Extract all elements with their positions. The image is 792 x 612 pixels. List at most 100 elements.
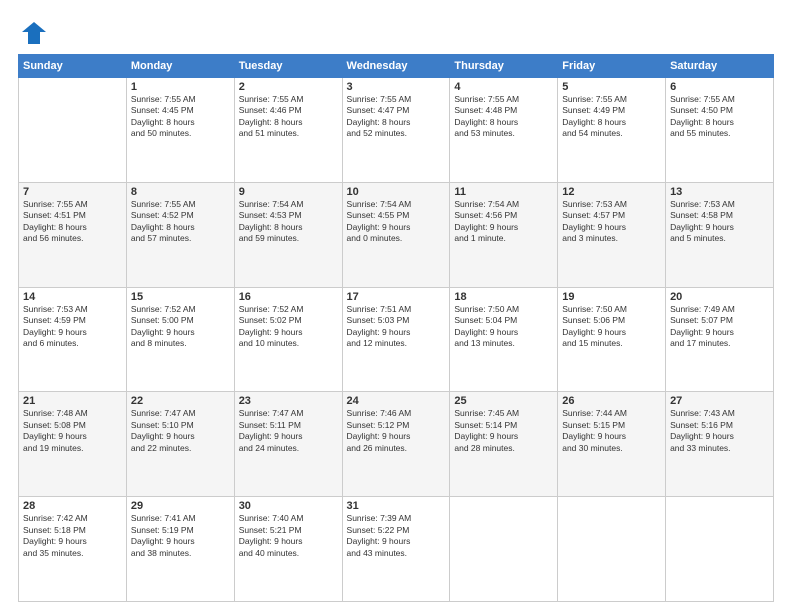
day-number: 17 xyxy=(347,291,446,303)
week-row-1: 7Sunrise: 7:55 AMSunset: 4:51 PMDaylight… xyxy=(19,182,774,287)
day-content: Sunrise: 7:48 AMSunset: 5:08 PMDaylight:… xyxy=(23,408,122,454)
day-content: Sunrise: 7:54 AMSunset: 4:55 PMDaylight:… xyxy=(347,199,446,245)
day-number: 3 xyxy=(347,81,446,93)
day-number: 18 xyxy=(454,291,553,303)
weekday-header-row: SundayMondayTuesdayWednesdayThursdayFrid… xyxy=(19,55,774,78)
calendar-cell: 5Sunrise: 7:55 AMSunset: 4:49 PMDaylight… xyxy=(558,78,666,183)
day-content: Sunrise: 7:52 AMSunset: 5:02 PMDaylight:… xyxy=(239,304,338,350)
day-content: Sunrise: 7:51 AMSunset: 5:03 PMDaylight:… xyxy=(347,304,446,350)
weekday-header-sunday: Sunday xyxy=(19,55,127,78)
calendar-cell: 12Sunrise: 7:53 AMSunset: 4:57 PMDayligh… xyxy=(558,182,666,287)
calendar-cell: 27Sunrise: 7:43 AMSunset: 5:16 PMDayligh… xyxy=(666,392,774,497)
weekday-header-tuesday: Tuesday xyxy=(234,55,342,78)
day-content: Sunrise: 7:42 AMSunset: 5:18 PMDaylight:… xyxy=(23,513,122,559)
day-content: Sunrise: 7:41 AMSunset: 5:19 PMDaylight:… xyxy=(131,513,230,559)
day-number: 2 xyxy=(239,81,338,93)
day-number: 24 xyxy=(347,395,446,407)
day-content: Sunrise: 7:44 AMSunset: 5:15 PMDaylight:… xyxy=(562,408,661,454)
day-number: 6 xyxy=(670,81,769,93)
day-content: Sunrise: 7:54 AMSunset: 4:56 PMDaylight:… xyxy=(454,199,553,245)
weekday-header-thursday: Thursday xyxy=(450,55,558,78)
day-number: 26 xyxy=(562,395,661,407)
day-number: 5 xyxy=(562,81,661,93)
day-number: 9 xyxy=(239,186,338,198)
day-number: 7 xyxy=(23,186,122,198)
day-content: Sunrise: 7:55 AMSunset: 4:51 PMDaylight:… xyxy=(23,199,122,245)
calendar-cell: 29Sunrise: 7:41 AMSunset: 5:19 PMDayligh… xyxy=(126,497,234,602)
calendar-cell: 11Sunrise: 7:54 AMSunset: 4:56 PMDayligh… xyxy=(450,182,558,287)
day-number: 31 xyxy=(347,500,446,512)
day-number: 23 xyxy=(239,395,338,407)
day-content: Sunrise: 7:40 AMSunset: 5:21 PMDaylight:… xyxy=(239,513,338,559)
day-number: 19 xyxy=(562,291,661,303)
day-number: 27 xyxy=(670,395,769,407)
weekday-header-wednesday: Wednesday xyxy=(342,55,450,78)
day-number: 15 xyxy=(131,291,230,303)
logo-icon xyxy=(20,18,48,46)
day-number: 8 xyxy=(131,186,230,198)
calendar-cell xyxy=(19,78,127,183)
day-number: 21 xyxy=(23,395,122,407)
week-row-0: 1Sunrise: 7:55 AMSunset: 4:45 PMDaylight… xyxy=(19,78,774,183)
day-content: Sunrise: 7:55 AMSunset: 4:49 PMDaylight:… xyxy=(562,94,661,140)
calendar-cell: 26Sunrise: 7:44 AMSunset: 5:15 PMDayligh… xyxy=(558,392,666,497)
day-content: Sunrise: 7:53 AMSunset: 4:57 PMDaylight:… xyxy=(562,199,661,245)
header xyxy=(18,18,774,46)
calendar-cell: 28Sunrise: 7:42 AMSunset: 5:18 PMDayligh… xyxy=(19,497,127,602)
calendar-cell: 31Sunrise: 7:39 AMSunset: 5:22 PMDayligh… xyxy=(342,497,450,602)
day-number: 25 xyxy=(454,395,553,407)
day-content: Sunrise: 7:47 AMSunset: 5:11 PMDaylight:… xyxy=(239,408,338,454)
day-content: Sunrise: 7:47 AMSunset: 5:10 PMDaylight:… xyxy=(131,408,230,454)
calendar-cell: 19Sunrise: 7:50 AMSunset: 5:06 PMDayligh… xyxy=(558,287,666,392)
day-number: 28 xyxy=(23,500,122,512)
day-number: 16 xyxy=(239,291,338,303)
day-number: 20 xyxy=(670,291,769,303)
weekday-header-monday: Monday xyxy=(126,55,234,78)
day-content: Sunrise: 7:50 AMSunset: 5:04 PMDaylight:… xyxy=(454,304,553,350)
day-content: Sunrise: 7:46 AMSunset: 5:12 PMDaylight:… xyxy=(347,408,446,454)
day-content: Sunrise: 7:55 AMSunset: 4:46 PMDaylight:… xyxy=(239,94,338,140)
calendar-cell: 17Sunrise: 7:51 AMSunset: 5:03 PMDayligh… xyxy=(342,287,450,392)
calendar-cell: 1Sunrise: 7:55 AMSunset: 4:45 PMDaylight… xyxy=(126,78,234,183)
calendar-cell: 20Sunrise: 7:49 AMSunset: 5:07 PMDayligh… xyxy=(666,287,774,392)
day-content: Sunrise: 7:53 AMSunset: 4:59 PMDaylight:… xyxy=(23,304,122,350)
day-content: Sunrise: 7:45 AMSunset: 5:14 PMDaylight:… xyxy=(454,408,553,454)
calendar-cell: 24Sunrise: 7:46 AMSunset: 5:12 PMDayligh… xyxy=(342,392,450,497)
calendar-cell: 30Sunrise: 7:40 AMSunset: 5:21 PMDayligh… xyxy=(234,497,342,602)
day-number: 22 xyxy=(131,395,230,407)
day-content: Sunrise: 7:55 AMSunset: 4:48 PMDaylight:… xyxy=(454,94,553,140)
calendar-cell: 15Sunrise: 7:52 AMSunset: 5:00 PMDayligh… xyxy=(126,287,234,392)
calendar-cell xyxy=(558,497,666,602)
calendar-cell: 4Sunrise: 7:55 AMSunset: 4:48 PMDaylight… xyxy=(450,78,558,183)
day-number: 13 xyxy=(670,186,769,198)
day-content: Sunrise: 7:49 AMSunset: 5:07 PMDaylight:… xyxy=(670,304,769,350)
calendar-cell: 21Sunrise: 7:48 AMSunset: 5:08 PMDayligh… xyxy=(19,392,127,497)
calendar-cell: 8Sunrise: 7:55 AMSunset: 4:52 PMDaylight… xyxy=(126,182,234,287)
day-content: Sunrise: 7:55 AMSunset: 4:52 PMDaylight:… xyxy=(131,199,230,245)
logo xyxy=(18,18,48,46)
day-content: Sunrise: 7:55 AMSunset: 4:47 PMDaylight:… xyxy=(347,94,446,140)
calendar-table: SundayMondayTuesdayWednesdayThursdayFrid… xyxy=(18,54,774,602)
calendar-cell: 2Sunrise: 7:55 AMSunset: 4:46 PMDaylight… xyxy=(234,78,342,183)
page: SundayMondayTuesdayWednesdayThursdayFrid… xyxy=(0,0,792,612)
calendar-cell: 10Sunrise: 7:54 AMSunset: 4:55 PMDayligh… xyxy=(342,182,450,287)
day-content: Sunrise: 7:55 AMSunset: 4:50 PMDaylight:… xyxy=(670,94,769,140)
day-number: 11 xyxy=(454,186,553,198)
day-number: 30 xyxy=(239,500,338,512)
day-content: Sunrise: 7:54 AMSunset: 4:53 PMDaylight:… xyxy=(239,199,338,245)
week-row-3: 21Sunrise: 7:48 AMSunset: 5:08 PMDayligh… xyxy=(19,392,774,497)
day-content: Sunrise: 7:52 AMSunset: 5:00 PMDaylight:… xyxy=(131,304,230,350)
day-content: Sunrise: 7:39 AMSunset: 5:22 PMDaylight:… xyxy=(347,513,446,559)
week-row-2: 14Sunrise: 7:53 AMSunset: 4:59 PMDayligh… xyxy=(19,287,774,392)
calendar-cell: 22Sunrise: 7:47 AMSunset: 5:10 PMDayligh… xyxy=(126,392,234,497)
calendar-cell: 14Sunrise: 7:53 AMSunset: 4:59 PMDayligh… xyxy=(19,287,127,392)
weekday-header-saturday: Saturday xyxy=(666,55,774,78)
day-content: Sunrise: 7:55 AMSunset: 4:45 PMDaylight:… xyxy=(131,94,230,140)
day-number: 1 xyxy=(131,81,230,93)
calendar-cell: 18Sunrise: 7:50 AMSunset: 5:04 PMDayligh… xyxy=(450,287,558,392)
calendar-cell: 7Sunrise: 7:55 AMSunset: 4:51 PMDaylight… xyxy=(19,182,127,287)
weekday-header-friday: Friday xyxy=(558,55,666,78)
week-row-4: 28Sunrise: 7:42 AMSunset: 5:18 PMDayligh… xyxy=(19,497,774,602)
day-content: Sunrise: 7:53 AMSunset: 4:58 PMDaylight:… xyxy=(670,199,769,245)
day-content: Sunrise: 7:50 AMSunset: 5:06 PMDaylight:… xyxy=(562,304,661,350)
